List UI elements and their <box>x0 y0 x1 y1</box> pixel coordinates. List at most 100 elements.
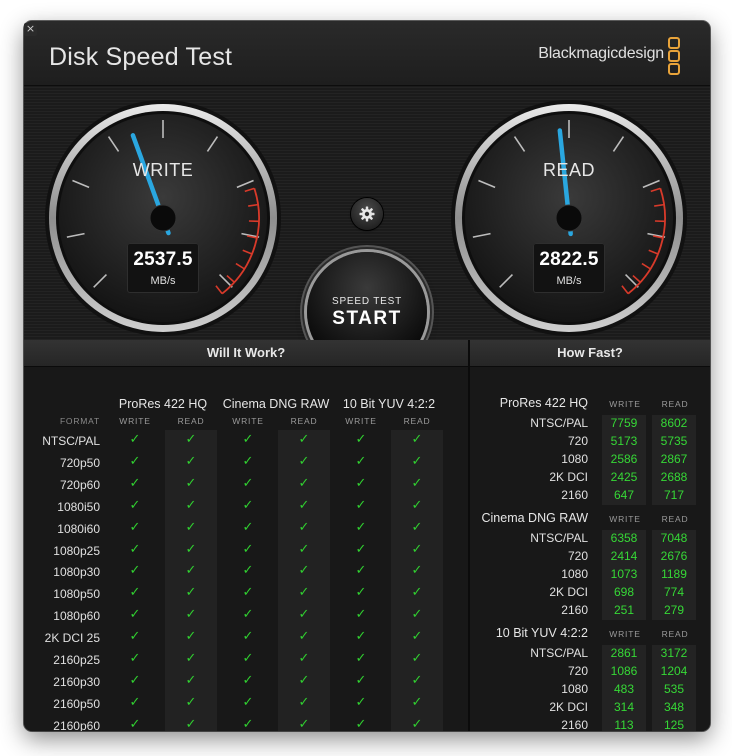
write-column-label: WRITE <box>119 416 151 426</box>
read-fps-value: 717 <box>663 488 685 502</box>
check-icon: ✓ <box>411 497 423 513</box>
read-fps-value: 348 <box>663 700 685 714</box>
gauge-area: WRITE 2537.5 MB/s SPEED TEST START READ … <box>24 86 710 372</box>
app-title: Disk Speed Test <box>49 43 233 71</box>
check-icon: ✓ <box>298 716 310 731</box>
read-fps-value: 8602 <box>660 416 688 430</box>
check-icon: ✓ <box>298 694 310 710</box>
format-row-label: 1080p30 <box>53 565 100 580</box>
start-button-label: START <box>332 308 402 329</box>
write-column-label: WRITE <box>609 399 641 409</box>
check-icon: ✓ <box>355 672 367 688</box>
read-fps-value: 774 <box>663 585 685 599</box>
close-button[interactable]: × <box>24 23 37 36</box>
read-speed-value: 2822.5 <box>539 249 599 270</box>
gear-icon <box>359 206 375 222</box>
check-icon: ✓ <box>355 694 367 710</box>
format-row-label: 1080p50 <box>53 587 100 602</box>
will-it-work-panel: Will It Work? FORMAT ProRes 422 HQ WRITE R… <box>24 340 470 731</box>
format-title-1: Cinema DNG RAW <box>222 397 330 411</box>
check-icon: ✓ <box>185 716 197 731</box>
read-fps-value: 2688 <box>660 470 688 484</box>
format-row-label: NTSC/PAL <box>42 434 100 448</box>
check-icon: ✓ <box>185 432 197 447</box>
blackmagic-logo-icon <box>668 37 680 75</box>
write-gauge-dial <box>45 100 281 336</box>
check-icon: ✓ <box>129 563 141 579</box>
resolution-label: 2160 <box>561 488 588 502</box>
will-it-work-header: Will It Work? <box>24 340 468 367</box>
check-icon: ✓ <box>185 694 197 710</box>
write-fps-value: 2414 <box>610 549 638 563</box>
read-gauge-hub <box>555 204 583 232</box>
read-fps-value: 2867 <box>660 452 688 466</box>
write-fps-value: 698 <box>613 585 635 599</box>
format-row-label: 720p60 <box>59 477 100 492</box>
check-icon: ✓ <box>242 432 254 447</box>
check-icon: ✓ <box>355 497 367 513</box>
how-fast-panel: How Fast? ProRes 422 HQ WRITE READ NTSC/PAL… <box>470 340 710 731</box>
check-icon: ✓ <box>355 541 367 557</box>
title-bar: Disk Speed Test Blackmagicdesign <box>24 21 710 86</box>
resolution-label: 1080 <box>561 452 588 466</box>
read-fps-value: 3172 <box>660 646 688 660</box>
read-gauge-label: READ <box>542 160 595 180</box>
format-row-label: 1080p60 <box>53 609 100 624</box>
check-icon: ✓ <box>242 629 254 645</box>
read-fps-value: 535 <box>663 682 685 696</box>
check-icon: ✓ <box>411 694 423 710</box>
start-button-caption: SPEED TEST <box>331 296 403 307</box>
check-icon: ✓ <box>298 475 310 491</box>
format-column-label: FORMAT <box>59 416 100 426</box>
check-icon: ✓ <box>185 651 197 666</box>
check-icon: ✓ <box>129 497 141 513</box>
write-fps-value: 483 <box>613 682 635 696</box>
check-icon: ✓ <box>411 585 423 601</box>
check-icon: ✓ <box>298 497 310 513</box>
check-icon: ✓ <box>129 432 141 447</box>
check-icon: ✓ <box>129 629 141 645</box>
format-row-label: 2160p30 <box>53 674 100 689</box>
read-fps-value: 125 <box>663 718 685 731</box>
check-icon: ✓ <box>185 519 197 535</box>
check-icon: ✓ <box>298 541 310 557</box>
check-icon: ✓ <box>298 607 310 623</box>
check-icon: ✓ <box>242 651 254 666</box>
write-gauge: WRITE 2537.5 MB/s <box>44 99 282 337</box>
write-fps-value: 1073 <box>610 567 638 581</box>
write-fps-value: 5173 <box>610 434 638 448</box>
check-icon: ✓ <box>242 585 254 601</box>
check-icon: ✓ <box>242 475 254 491</box>
format-row-label: 2160p50 <box>53 696 100 711</box>
check-icon: ✓ <box>129 541 141 557</box>
read-column-label: READ <box>177 416 205 426</box>
resolution-label: 1080 <box>561 682 588 696</box>
check-icon: ✓ <box>185 629 197 645</box>
check-icon: ✓ <box>411 716 423 731</box>
check-icon: ✓ <box>411 651 423 666</box>
write-fps-value: 113 <box>614 718 634 731</box>
write-speed-value: 2537.5 <box>133 249 193 270</box>
check-icon: ✓ <box>185 453 197 469</box>
check-icon: ✓ <box>185 497 197 513</box>
check-icon: ✓ <box>298 432 310 447</box>
check-icon: ✓ <box>185 475 197 491</box>
disk-speed-test-window: Disk Speed Test Blackmagicdesign WRITE 2… <box>24 21 710 731</box>
check-icon: ✓ <box>355 519 367 535</box>
check-icon: ✓ <box>242 563 254 579</box>
settings-button[interactable] <box>351 198 383 230</box>
write-speed-unit: MB/s <box>150 275 176 287</box>
read-column-label: READ <box>661 629 689 639</box>
speed-group-title: Cinema DNG RAW <box>481 511 589 525</box>
write-column-label: WRITE <box>609 629 641 639</box>
check-icon: ✓ <box>411 541 423 557</box>
read-fps-value: 279 <box>663 603 685 617</box>
write-fps-value: 6358 <box>610 531 638 545</box>
check-icon: ✓ <box>298 672 310 688</box>
resolution-label: NTSC/PAL <box>530 416 588 430</box>
check-icon: ✓ <box>355 651 367 666</box>
write-fps-value: 2425 <box>610 470 638 484</box>
brand-name: Blackmagicdesign <box>538 45 664 62</box>
write-fps-value: 7759 <box>610 416 638 430</box>
check-icon: ✓ <box>242 541 254 557</box>
